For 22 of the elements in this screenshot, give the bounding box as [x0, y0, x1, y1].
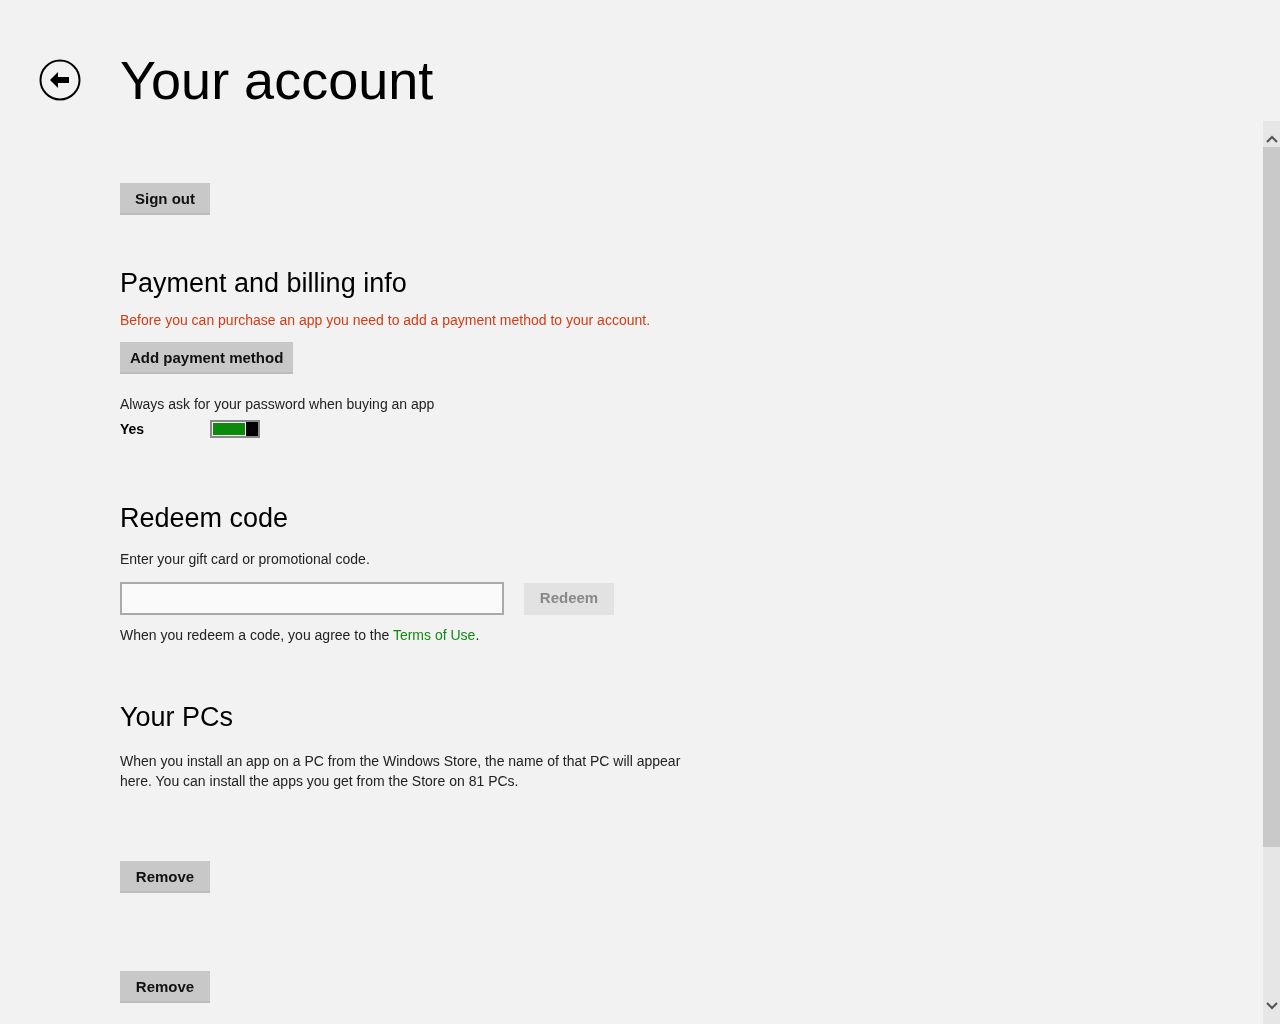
remove-button[interactable]: Remove — [120, 861, 210, 893]
section-heading: Your PCs — [120, 701, 234, 733]
pcs-description: When you install an app on a PC from the Windows Store, the name of that PC will appear here. You can install the apps you get from the Store on 81 PCs. — [120, 752, 682, 791]
remove-button[interactable]: Remove — [120, 971, 210, 1003]
page-title: Your account — [120, 50, 434, 110]
password-toggle[interactable] — [210, 420, 260, 438]
terms-text: When you redeem a code, you agree to the Terms of Use. — [120, 627, 480, 643]
scrollbar-thumb[interactable] — [1263, 147, 1280, 847]
scroll-down-icon[interactable] — [1265, 1002, 1278, 1010]
toggle-state-text: Yes — [120, 421, 146, 437]
scroll-up-icon[interactable] — [1265, 135, 1278, 143]
section-heading: Redeem code — [120, 502, 289, 534]
code-input-field[interactable] — [120, 582, 504, 615]
back-icon[interactable] — [39, 59, 81, 101]
redeem-instructions: Enter your gift card or promotional code. — [120, 551, 370, 567]
toggle-label: Always ask for your password when buying an app — [120, 396, 435, 412]
terms-of-use-link[interactable]: Terms of Use — [392, 627, 476, 643]
add-payment-method-button[interactable]: Add payment method — [120, 342, 294, 374]
section-heading: Payment and billing info — [120, 267, 407, 299]
scrollbar[interactable] — [1263, 121, 1280, 1024]
payment-warning: Before you can purchase an app you need to add a payment method to your account. — [120, 312, 651, 328]
sign-out-button[interactable]: Sign out — [120, 183, 210, 215]
